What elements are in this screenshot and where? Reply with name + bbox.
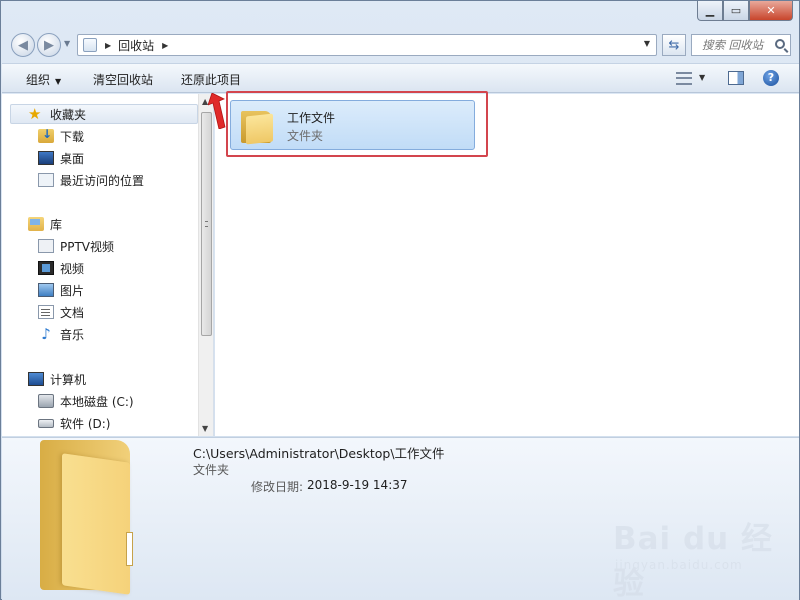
window-controls: ▁ ▭ ✕ [697,1,793,21]
pictures-library-icon [38,283,54,297]
sidebar-item-label: 库 [50,217,63,232]
file-item-name: 工作文件 [287,111,336,125]
search-icon[interactable] [775,39,785,49]
minimize-button[interactable]: ▁ [697,1,723,21]
sidebar-item-label: 最近访问的位置 [60,173,145,188]
library-icon [28,217,44,231]
sidebar-item-downloads[interactable]: 下载 [38,127,84,145]
breadcrumb-recycle-bin[interactable]: 回收站 [118,37,154,54]
sidebar-item-label: 下载 [60,129,85,144]
sidebar-item-label: 视频 [60,261,85,276]
sidebar-item-recent-places[interactable]: 最近访问的位置 [38,171,144,189]
preview-pane-icon[interactable] [728,71,744,85]
organize-label: 组织 [26,73,51,87]
recent-places-icon [38,173,54,187]
pptv-library-icon [38,239,54,253]
documents-library-icon [38,305,54,319]
item-path: C:\Users\Administrator\Desktop\工作文件 [193,446,445,461]
modified-date-value: 2018-9-19 14:37 [307,478,408,492]
sidebar-item-favorites[interactable]: ★ 收藏夹 [28,105,86,123]
desktop-icon [38,151,54,165]
file-item-type: 文件夹 [287,129,324,143]
hard-drive-icon [38,394,54,408]
explorer-window: ▁ ▭ ✕ ◀ ▶ ▼ ▶ 回收站 ▶ ▼ ⇆ 搜索 回收站 组织 ▼ 清空回收站… [0,0,800,600]
organize-button[interactable]: 组织 ▼ [26,71,61,88]
modified-date-label: 修改日期: [251,480,304,494]
star-icon: ★ [28,105,42,123]
hard-drive-icon [38,418,54,428]
folder-thumbnail-icon [40,440,160,595]
watermark-url: jingyan.baidu.com [615,558,743,572]
sidebar-item-documents[interactable]: 文档 [38,303,84,321]
annotation-arrow-icon [208,93,226,129]
folder-icon [241,109,273,145]
chevron-down-icon: ▼ [55,77,62,86]
empty-recycle-bin-button[interactable]: 清空回收站 [93,71,153,88]
refresh-button[interactable]: ⇆ [662,34,686,56]
item-type: 文件夹 [193,463,230,477]
minimize-icon: ▁ [705,4,715,17]
computer-icon [28,372,44,386]
address-row: ◀ ▶ ▼ ▶ 回收站 ▶ ▼ ⇆ 搜索 回收站 [1,31,799,59]
navigation-pane: ★ 收藏夹 下载 桌面 最近访问的位置 库 PPTV视频 视频 [2,94,214,436]
sidebar-item-software-d[interactable]: 软件 (D:) [38,414,110,432]
refresh-icon: ⇆ [668,37,680,53]
sidebar-item-label: 本地磁盘 (C:) [60,394,134,409]
search-placeholder: 搜索 回收站 [702,38,764,52]
arrow-right-icon: ▶ [44,37,54,53]
title-bar: ▁ ▭ ✕ [1,1,799,29]
back-button[interactable]: ◀ [11,33,35,57]
forward-button[interactable]: ▶ [37,33,61,57]
scrollbar-grip [205,221,208,227]
music-note-icon: ♪ [41,325,51,343]
recycle-bin-icon [83,38,97,52]
baidu-jingyan-watermark: Bai du 经验 jingyan.baidu.com [613,513,793,600]
sidebar-item-videos[interactable]: 视频 [38,259,84,277]
maximize-button[interactable]: ▭ [723,1,749,21]
scrollbar-thumb[interactable] [201,112,212,336]
sidebar-item-desktop[interactable]: 桌面 [38,149,84,167]
sidebar-item-label: 桌面 [60,151,85,166]
command-bar: 组织 ▼ 清空回收站 还原此项目 ▼ ? [2,63,799,93]
sidebar-item-label: 音乐 [60,327,85,342]
address-dropdown-icon[interactable]: ▼ [644,39,650,48]
close-icon: ✕ [766,4,776,17]
sidebar-item-label: 收藏夹 [50,107,87,122]
sidebar-item-pptv-videos[interactable]: PPTV视频 [38,237,114,255]
sidebar-item-libraries[interactable]: 库 [28,215,62,233]
close-button[interactable]: ✕ [749,1,793,21]
sidebar-item-computer[interactable]: 计算机 [28,370,86,388]
watermark-logo: Bai du 经验 [613,521,774,600]
change-view-icon[interactable] [676,72,692,85]
videos-library-icon [38,261,54,275]
search-input[interactable]: 搜索 回收站 [691,34,791,56]
sidebar-item-label: 文档 [60,305,85,320]
navigation-scrollbar[interactable]: ▲ ▼ [198,94,213,436]
sidebar-item-music[interactable]: ♪ 音乐 [38,325,84,343]
sidebar-item-label: 图片 [60,283,85,298]
file-list[interactable]: 工作文件 文件夹 [215,91,799,436]
file-item-selected[interactable]: 工作文件 文件夹 [230,100,475,150]
sidebar-item-label: 软件 (D:) [60,416,111,431]
view-options-dropdown[interactable]: ▼ [699,73,705,82]
breadcrumb-chevron-icon[interactable]: ▶ [162,41,168,50]
sidebar-item-label: 计算机 [50,372,87,387]
maximize-icon: ▭ [730,4,742,17]
sidebar-item-local-disk-c[interactable]: 本地磁盘 (C:) [38,392,134,410]
sidebar-item-pictures[interactable]: 图片 [38,281,84,299]
downloads-folder-icon [38,127,54,143]
arrow-left-icon: ◀ [18,37,28,53]
recent-pages-dropdown[interactable]: ▼ [64,39,70,48]
scroll-down-icon[interactable]: ▼ [202,424,208,433]
restore-item-button[interactable]: 还原此项目 [181,71,241,88]
breadcrumb-chevron-icon[interactable]: ▶ [105,41,111,50]
address-bar[interactable]: ▶ 回收站 ▶ ▼ [77,34,657,56]
sidebar-item-label: PPTV视频 [60,239,115,254]
help-icon[interactable]: ? [763,70,779,86]
